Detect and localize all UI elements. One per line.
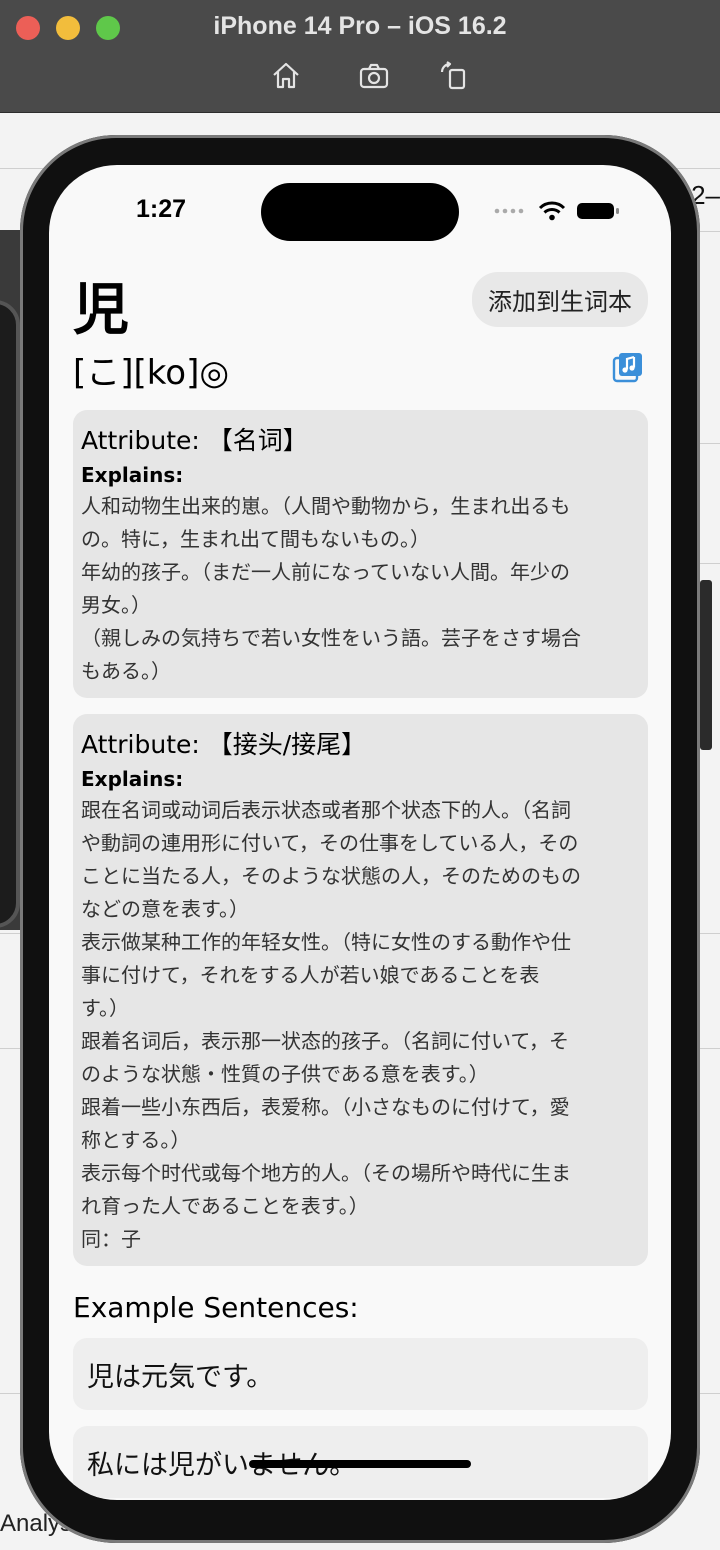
- add-to-vocab-button[interactable]: 添加到生词本: [472, 272, 648, 327]
- explain-line: や動詞の連用形に付いて，その仕事をしている人，その: [81, 831, 579, 855]
- explain-line: 跟着名词后，表示那一状态的孩子。（名詞に付いて，そ: [81, 1029, 569, 1053]
- explain-line: 人和动物生出来的崽。（人間や動物から，生まれ出るも: [81, 494, 571, 518]
- explain-line: れ育った人であることを表す。）: [81, 1194, 369, 1218]
- word-reading: [こ][ko]◎: [73, 353, 230, 393]
- status-indicators: [494, 201, 620, 221]
- home-icon[interactable]: [270, 60, 302, 92]
- explain-line: 表示做某种工作的年轻女性。（特に女性のする動作や仕: [81, 930, 571, 954]
- battery-icon: [577, 203, 619, 219]
- home-indicator[interactable]: [249, 1460, 471, 1468]
- window-title: iPhone 14 Pro – iOS 16.2: [213, 12, 507, 40]
- simulator-titlebar: iPhone 14 Pro – iOS 16.2: [0, 0, 720, 113]
- explain-line: 跟在名词或动词后表示状态或者那个状态下的人。（名詞: [81, 798, 571, 822]
- music-note-stack-icon[interactable]: [612, 351, 644, 383]
- signal-dots-icon: [494, 208, 524, 214]
- definition-card: Attribute: 【接头/接尾】 Explains: 跟在名词或动词后表示状…: [73, 714, 648, 1266]
- screenshot-icon[interactable]: [358, 60, 390, 92]
- explains-label: Explains:: [81, 463, 184, 487]
- explain-line: の。特に，生まれ出て間もないもの。）: [81, 527, 430, 551]
- definition-card: Attribute: 【名词】 Explains: 人和动物生出来的崽。（人間や…: [73, 410, 648, 698]
- explain-line: 称とする。）: [81, 1128, 191, 1152]
- attribute-label: Attribute: 【名词】: [81, 426, 308, 455]
- word-detail: 児 添加到生词本 [こ][ko]◎ Attribute: 【名词】 Explai…: [73, 265, 648, 1498]
- explain-line: 男女。）: [81, 593, 151, 617]
- status-time: 1:27: [136, 195, 187, 223]
- explain-line: のような状態・性質の子供である意を表す。）: [81, 1062, 489, 1086]
- explain-line: 同：子: [81, 1227, 141, 1251]
- word-title: 児: [73, 278, 129, 343]
- examples-heading: Example Sentences:: [73, 1291, 359, 1324]
- explain-line: ことに当たる人，そのような状態の人，そのためのもの: [81, 864, 581, 888]
- explain-line: 年幼的孩子。（まだ一人前になっていない人間。年少の: [81, 560, 570, 584]
- attribute-label: Attribute: 【接头/接尾】: [81, 730, 367, 759]
- device-screen: 1:27 児 添加到生词本 [こ][ko]◎ Attribute: 【名词】 E…: [49, 165, 671, 1500]
- dynamic-island: [261, 183, 459, 241]
- explains-label: Explains:: [81, 767, 184, 791]
- background-side-strip: [700, 580, 712, 750]
- explain-line: （親しみの気持ちで若い女性をいう語。芸子をさす場合: [81, 626, 581, 650]
- wifi-icon: [538, 201, 566, 221]
- rotate-icon[interactable]: [438, 60, 470, 92]
- explain-line: 表示每个时代或每个地方的人。（その場所や時代に生ま: [81, 1161, 571, 1185]
- example-sentence[interactable]: 児は元気です。: [73, 1338, 648, 1410]
- background-device-edge: [0, 300, 20, 928]
- explain-line: などの意を表す。）: [81, 897, 249, 921]
- explain-line: す。）: [81, 996, 129, 1020]
- explain-line: 事に付けて，それをする人が若い娘であることを表: [81, 963, 540, 987]
- explain-line: もある。）: [81, 659, 171, 683]
- explain-line: 跟着一些小东西后，表爱称。（小さなものに付けて，愛: [81, 1095, 570, 1119]
